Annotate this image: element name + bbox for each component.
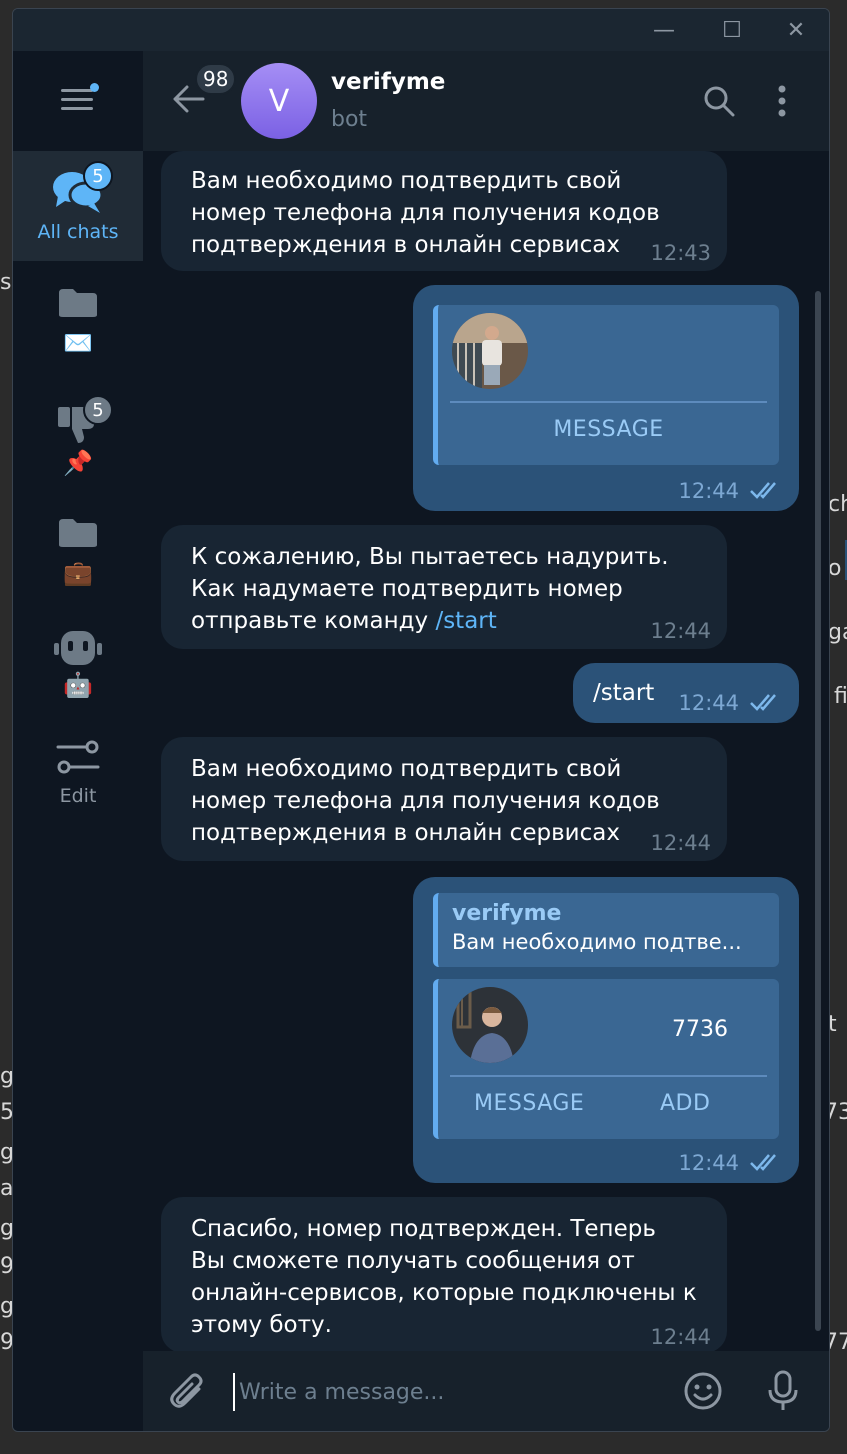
menu-notification-dot [90, 83, 99, 92]
message-time: 12:43 [650, 241, 711, 265]
folder-mail[interactable]: ✉️ [13, 279, 143, 379]
folder-emoji: ✉️ [63, 329, 93, 357]
telegram-window: — ☐ ✕ All chats 5 ✉️ 📌 5 💼 🤖 Edit 98 V v… [12, 8, 830, 1432]
search-icon[interactable] [703, 85, 735, 117]
message-time: 12:44 [678, 479, 739, 503]
message-contact-button[interactable]: MESSAGE [438, 417, 779, 442]
read-ticks-icon [750, 482, 776, 499]
background-text: ga [828, 620, 847, 645]
contact-photo[interactable] [452, 987, 528, 1063]
message-text: Вам необходимо подтвердить свой номер те… [191, 168, 660, 258]
add-contact-button[interactable]: ADD [660, 1091, 710, 1116]
contact-phone: 7736 [672, 1017, 728, 1042]
message-input[interactable] [233, 1373, 661, 1411]
folder-icon [59, 519, 97, 547]
folders-sidebar: All chats 5 ✉️ 📌 5 💼 🤖 Edit [13, 51, 143, 1431]
main-menu-button[interactable] [61, 83, 99, 113]
card-divider [450, 1075, 767, 1077]
unread-badge: 5 [83, 395, 113, 425]
reply-quote[interactable]: verifyme Вам необходимо подтве... [433, 893, 779, 967]
message-time: 12:44 [678, 691, 739, 715]
background-text: o [828, 556, 842, 581]
folder-bots[interactable]: 🤖 [13, 617, 143, 717]
message-outgoing-contact[interactable]: MESSAGE 12:44 [413, 285, 799, 511]
title-bar[interactable]: — ☐ ✕ [13, 9, 829, 51]
chat-avatar[interactable]: V [241, 63, 317, 139]
unread-badge: 5 [83, 161, 113, 191]
folder-work[interactable]: 💼 [13, 507, 143, 607]
folder-emoji: 📌 [63, 449, 93, 477]
message-incoming[interactable]: Вам необходимо подтвердить свой номер те… [161, 737, 727, 861]
microphone-icon[interactable] [767, 1370, 799, 1412]
contact-card[interactable]: 7736 MESSAGE ADD [433, 979, 779, 1139]
background-text: fi [834, 684, 847, 709]
folder-emoji: 💼 [63, 559, 93, 587]
close-button[interactable]: ✕ [781, 17, 811, 43]
maximize-button[interactable]: ☐ [717, 17, 747, 43]
message-text: Вам необходимо подтвердить свой номер те… [191, 756, 660, 846]
card-divider [450, 401, 767, 403]
edit-filters-icon [56, 740, 100, 774]
more-options-icon[interactable] [777, 85, 787, 117]
contact-card[interactable]: MESSAGE [433, 305, 779, 465]
message-outgoing-contact[interactable]: verifyme Вам необходимо подтве... 7736 M… [413, 877, 799, 1183]
message-time: 12:44 [650, 1325, 711, 1349]
message-text: К сожалению, Вы пытаетесь надурить. Как … [191, 544, 669, 634]
read-ticks-icon [750, 1154, 776, 1171]
message-composer [143, 1351, 829, 1431]
unread-count-badge: 98 [195, 63, 237, 95]
folder-pinned[interactable]: 📌 5 [13, 389, 143, 499]
chat-header: 98 V verifyme bot [143, 51, 829, 152]
message-contact-button[interactable]: MESSAGE [474, 1091, 584, 1116]
message-incoming[interactable]: Спасибо, номер подтвержден. Теперь Вы см… [161, 1197, 727, 1351]
message-incoming[interactable]: Вам необходимо подтвердить свой номер те… [161, 151, 727, 271]
background-text: s [0, 270, 12, 295]
bot-command-link[interactable]: /start [435, 608, 496, 634]
attach-icon[interactable] [169, 1373, 207, 1411]
emoji-icon[interactable] [683, 1371, 723, 1411]
folder-icon [59, 289, 97, 317]
message-incoming[interactable]: К сожалению, Вы пытаетесь надурить. Как … [161, 525, 727, 649]
message-time: 12:44 [678, 1151, 739, 1175]
chat-status: bot [331, 107, 368, 132]
reply-text: Вам необходимо подтве... [452, 930, 742, 954]
message-time: 12:44 [650, 619, 711, 643]
folder-label: All chats [37, 221, 119, 243]
folder-edit[interactable]: Edit [13, 731, 143, 821]
read-ticks-icon [750, 694, 776, 711]
message-outgoing[interactable]: /start 12:44 [573, 663, 799, 723]
minimize-button[interactable]: — [649, 17, 679, 43]
chat-title[interactable]: verifyme [331, 69, 445, 95]
bot-icon [54, 631, 102, 665]
folder-emoji: 🤖 [63, 671, 93, 699]
message-list[interactable]: Вам необходимо подтвердить свой номер те… [143, 151, 829, 1351]
message-time: 12:44 [650, 831, 711, 855]
scrollbar[interactable] [815, 291, 821, 1331]
message-text: Спасибо, номер подтвержден. Теперь Вы см… [191, 1216, 697, 1338]
reply-author: verifyme [452, 901, 562, 926]
folder-all-chats[interactable]: All chats 5 [13, 151, 143, 261]
background-text: ch [828, 492, 847, 517]
folder-label: Edit [59, 785, 97, 807]
contact-photo[interactable] [452, 313, 528, 389]
